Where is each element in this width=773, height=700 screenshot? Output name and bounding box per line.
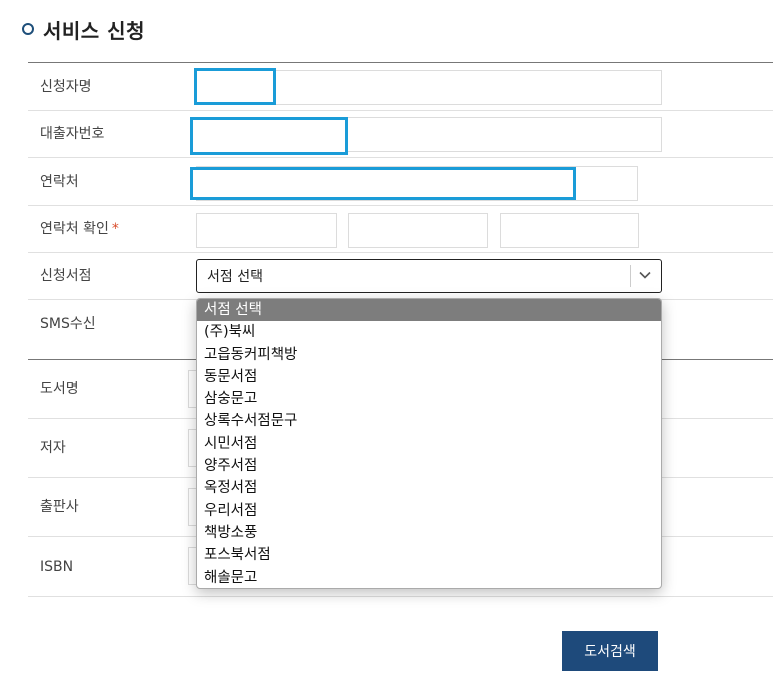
- contact-confirm-part2-input[interactable]: [348, 213, 488, 248]
- search-book-button[interactable]: 도서검색: [562, 631, 658, 671]
- borrower-number-label: 대출자번호: [40, 126, 105, 142]
- select-separator: [630, 265, 631, 287]
- page-title: 서비스 신청: [43, 18, 145, 43]
- bookstore-select[interactable]: 서점 선택: [196, 259, 662, 293]
- dropdown-option[interactable]: 상록수서점문구: [197, 410, 661, 432]
- form-top-border: [28, 62, 773, 63]
- dropdown-option[interactable]: 동문서점: [197, 366, 661, 388]
- circle-bullet-icon: [22, 23, 34, 35]
- row-divider: [28, 205, 773, 206]
- row-divider: [28, 110, 773, 111]
- isbn-label: ISBN: [40, 559, 74, 575]
- bookstore-dropdown-list[interactable]: 서점 선택 (주)북씨 고읍동커피책방 동문서점 삼숭문고 상록수서점문구 시민서점 양주서점…: [196, 298, 662, 589]
- applicant-name-label: 신청자명: [40, 79, 92, 95]
- dropdown-option[interactable]: 시민서점: [197, 433, 661, 455]
- dropdown-option[interactable]: 해솔문고: [197, 567, 661, 588]
- author-label: 저자: [40, 440, 66, 456]
- dropdown-option[interactable]: 책방소풍: [197, 522, 661, 544]
- contact-confirm-part3-input[interactable]: [500, 213, 639, 248]
- dropdown-option[interactable]: 서점 선택: [197, 299, 661, 322]
- book-title-label: 도서명: [40, 381, 79, 397]
- dropdown-option[interactable]: 우리서점: [197, 500, 661, 522]
- applicant-name-input[interactable]: [194, 68, 276, 105]
- contact-confirm-label: 연락처 확인: [40, 221, 109, 237]
- dropdown-option[interactable]: 포스북서점: [197, 544, 661, 566]
- required-mark: *: [111, 221, 119, 237]
- borrower-number-input[interactable]: [190, 117, 348, 155]
- bookstore-label: 신청서점: [40, 268, 92, 284]
- dropdown-option[interactable]: 고읍동커피책방: [197, 344, 661, 366]
- chevron-down-icon[interactable]: [638, 268, 652, 282]
- dropdown-option[interactable]: (주)북씨: [197, 321, 661, 343]
- contact-confirm-label-row: 연락처 확인 *: [40, 219, 119, 239]
- dropdown-option[interactable]: 양주서점: [197, 455, 661, 477]
- publisher-label: 출판사: [40, 499, 79, 515]
- contact-label: 연락처: [40, 174, 79, 190]
- row-divider: [28, 157, 773, 158]
- sms-label: SMS수신: [40, 316, 96, 332]
- row-divider: [28, 596, 773, 597]
- dropdown-option[interactable]: 삼숭문고: [197, 388, 661, 410]
- contact-confirm-part1-input[interactable]: [196, 213, 337, 248]
- contact-input[interactable]: [190, 167, 576, 200]
- row-divider: [28, 252, 773, 253]
- page-header: 서비스 신청: [22, 14, 145, 44]
- bookstore-select-value: 서점 선택: [207, 269, 263, 285]
- dropdown-option[interactable]: 옥정서점: [197, 477, 661, 499]
